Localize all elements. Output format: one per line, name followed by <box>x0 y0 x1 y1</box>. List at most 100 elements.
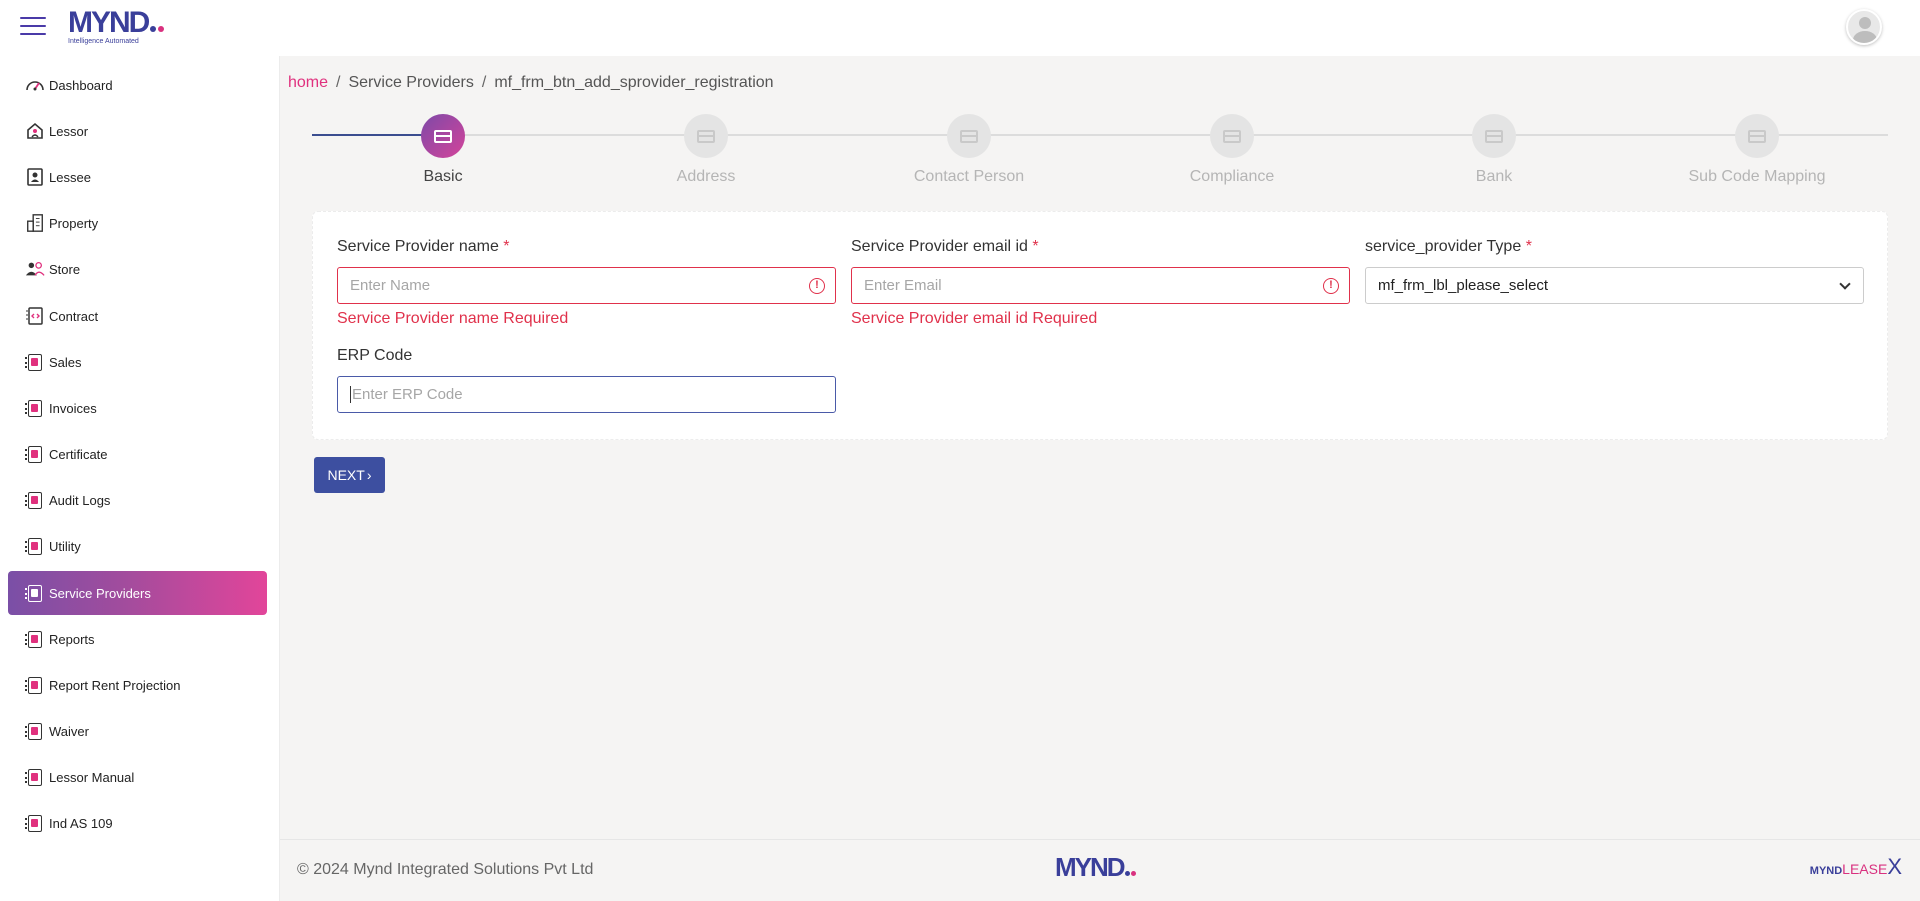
menu-icon[interactable] <box>20 17 46 35</box>
chevron-down-icon <box>1839 278 1851 290</box>
breadcrumb-separator: / <box>481 74 487 91</box>
step-label: Basic <box>423 168 463 185</box>
footer: © 2024 Mynd Integrated Solutions Pvt Ltd… <box>280 839 1920 901</box>
erp-code-input[interactable]: Enter ERP Code <box>337 376 836 413</box>
sidebar-item-lessor-manual[interactable]: Lessor Manual <box>8 755 267 799</box>
card-icon <box>1485 129 1503 143</box>
text-caret <box>350 386 351 403</box>
sidebar-item-label: Contract <box>49 308 99 324</box>
provider-name-field: Service Provider name * Enter Name ! Ser… <box>337 238 836 328</box>
sidebar-item-dashboard[interactable]: Dashboard <box>8 63 267 107</box>
breadcrumb: home / Service Providers / mf_frm_btn_add_sp… <box>288 74 774 92</box>
sidebar-item-label: Service Providers <box>49 585 151 601</box>
field-label: Service Provider name * <box>337 238 510 255</box>
sidebar-item-audit-logs[interactable]: Audit Logs <box>8 478 267 522</box>
card-icon <box>697 129 715 143</box>
sidebar-item-label: Certificate <box>49 446 108 462</box>
step-contact-person[interactable]: Contact Person <box>889 114 1049 186</box>
card-icon <box>960 129 978 143</box>
sidebar-item-lessor[interactable]: Lessor <box>8 109 267 153</box>
step-label: Sub Code Mapping <box>1688 168 1826 185</box>
card-icon <box>1223 129 1241 143</box>
breadcrumb-home-link[interactable]: home <box>288 74 328 91</box>
doc-icon <box>25 675 45 695</box>
breadcrumb-section[interactable]: Service Providers <box>348 74 473 91</box>
sidebar-item-label: Property <box>49 215 99 231</box>
chevron-right-icon: › <box>366 467 372 483</box>
provider-email-error: Service Provider email id Required <box>851 310 1098 327</box>
doc-icon <box>25 352 45 372</box>
doc-icon <box>25 813 45 833</box>
sidebar-item-label: Waiver <box>49 723 89 739</box>
doc-icon <box>25 721 45 741</box>
sidebar-item-store[interactable]: Store <box>8 247 267 291</box>
sidebar-item-invoices[interactable]: Invoices <box>8 386 267 430</box>
sidebar: Dashboard Lessor Lessee Property Store C… <box>0 56 280 901</box>
error-icon: ! <box>1323 278 1339 294</box>
id-badge-icon <box>25 167 45 187</box>
user-avatar[interactable] <box>1846 9 1882 45</box>
sidebar-item-waiver[interactable]: Waiver <box>8 709 267 753</box>
sidebar-item-label: Lessee <box>49 169 91 185</box>
sidebar-item-label: Lessor <box>49 123 89 139</box>
code-doc-icon <box>25 306 45 326</box>
field-label: ERP Code <box>337 347 413 364</box>
sidebar-item-ind-as-109[interactable]: Ind AS 109 <box>8 801 267 845</box>
provider-name-input[interactable]: Enter Name ! <box>337 267 836 304</box>
provider-type-select[interactable]: mf_frm_lbl_please_select <box>1365 267 1864 304</box>
sidebar-item-certificate[interactable]: Certificate <box>8 432 267 476</box>
sidebar-item-label: Lessor Manual <box>49 769 135 785</box>
sidebar-item-sales[interactable]: Sales <box>8 340 267 384</box>
registration-stepper: Basic Address Contact Person Compliance … <box>312 114 1888 186</box>
field-label: service_provider Type * <box>1365 238 1532 255</box>
logo-text: MYND <box>68 6 150 39</box>
step-sub-code-mapping[interactable]: Sub Code Mapping <box>1677 114 1837 186</box>
sidebar-item-service-providers[interactable]: Service Providers <box>8 571 267 615</box>
step-label: Address <box>676 168 736 185</box>
provider-email-input[interactable]: Enter Email ! <box>851 267 1350 304</box>
breadcrumb-separator: / <box>336 74 341 91</box>
step-compliance[interactable]: Compliance <box>1152 114 1312 186</box>
sidebar-item-label: Report Rent Projection <box>49 677 181 693</box>
sidebar-item-label: Ind AS 109 <box>49 815 113 831</box>
doc-icon <box>25 398 45 418</box>
doc-icon <box>25 444 45 464</box>
sidebar-item-lessee[interactable]: Lessee <box>8 155 267 199</box>
step-address[interactable]: Address <box>626 114 786 186</box>
main-content: home / Service Providers / mf_frm_btn_add_sp… <box>280 56 1920 839</box>
provider-email-field: Service Provider email id * Enter Email … <box>851 238 1350 328</box>
myndlease-logo: MYNDLEASEX <box>1809 854 1902 879</box>
building-icon <box>25 213 45 233</box>
input-placeholder: Enter Email <box>864 277 942 294</box>
next-button[interactable]: NEXT › <box>314 457 385 493</box>
sidebar-item-reports[interactable]: Reports <box>8 617 267 661</box>
copyright-text: © 2024 Mynd Integrated Solutions Pvt Ltd <box>297 861 594 878</box>
provider-type-field: service_provider Type * mf_frm_lbl_pleas… <box>1365 238 1864 304</box>
doc-icon <box>25 629 45 649</box>
input-placeholder: Enter ERP Code <box>352 386 463 403</box>
app-logo[interactable]: MYND Intelligence Automated <box>68 6 168 48</box>
footer-logo: MYND <box>1055 854 1136 881</box>
sidebar-item-report-rent-projection[interactable]: Report Rent Projection <box>8 663 267 707</box>
sidebar-item-label: Reports <box>49 631 95 647</box>
select-value: mf_frm_lbl_please_select <box>1378 277 1549 294</box>
sidebar-item-utility[interactable]: Utility <box>8 524 267 568</box>
step-label: Compliance <box>1189 168 1275 185</box>
top-bar: MYND Intelligence Automated <box>0 0 1920 56</box>
sidebar-item-label: Audit Logs <box>49 492 111 508</box>
step-bank[interactable]: Bank <box>1414 114 1574 186</box>
card-icon <box>1748 129 1766 143</box>
sidebar-item-label: Utility <box>49 538 81 554</box>
doc-icon <box>25 536 45 556</box>
sidebar-item-property[interactable]: Property <box>8 201 267 245</box>
speedometer-icon <box>25 75 45 95</box>
step-label: Contact Person <box>913 168 1025 185</box>
step-basic[interactable]: Basic <box>363 114 523 186</box>
step-label: Bank <box>1475 168 1513 185</box>
home-user-icon <box>25 121 45 141</box>
erp-code-field: ERP Code Enter ERP Code <box>337 347 836 413</box>
sidebar-item-contract[interactable]: Contract <box>8 294 267 338</box>
card-icon <box>434 129 452 143</box>
error-icon: ! <box>809 278 825 294</box>
sidebar-item-label: Invoices <box>49 400 97 416</box>
